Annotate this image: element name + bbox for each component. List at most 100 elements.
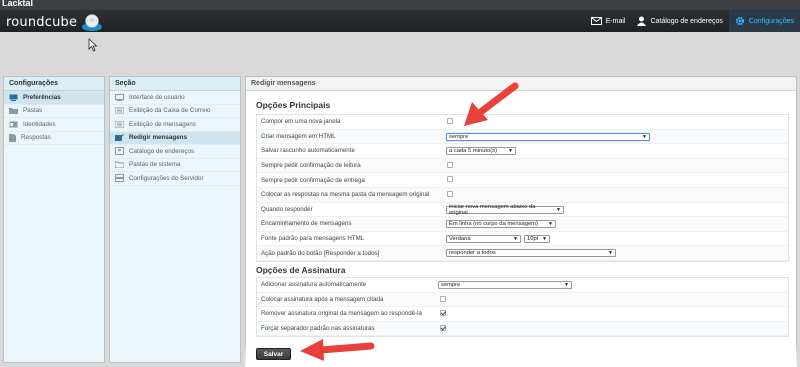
read-receipt-checkbox[interactable] (447, 161, 453, 168)
signature-options-table: Adicionar assinatura automaticamente semp… (256, 277, 789, 338)
server-icon (115, 174, 124, 183)
signature-options-title: Opções de Assinatura (256, 265, 346, 275)
envelope-icon (590, 17, 602, 25)
forward-mode-select[interactable]: Em linha (no corpo da mensagem) ▼ (446, 220, 556, 229)
section-item-system-folders[interactable]: Pastas de sistema (110, 159, 240, 172)
option-label: Adicionar assinatura automaticamente (261, 281, 367, 289)
dropdown-arrow-icon: ▼ (542, 235, 547, 242)
option-row: Encaminhamento de mensagens Em linha (no … (257, 217, 788, 232)
section-item-server-settings[interactable]: Configurações do Servidor (110, 172, 240, 186)
option-row: Colocar assinatura após a mensagem citad… (257, 292, 788, 308)
font-size-select[interactable]: 10pt ▼ (524, 234, 550, 243)
dropdown-arrow-icon: ▼ (564, 282, 569, 288)
reply-same-folder-checkbox[interactable] (447, 190, 453, 197)
nav-settings-label: Configurações (748, 17, 794, 25)
toolbar-area (0, 32, 800, 72)
save-button[interactable]: Salvar (256, 348, 291, 360)
option-label: Salvar rascunho automaticamente (261, 147, 355, 155)
nav-settings[interactable]: Configurações (728, 10, 800, 32)
force-separator-checkbox[interactable] (440, 324, 446, 331)
sidebar-item-label: Respostas (21, 134, 51, 142)
list-icon (115, 120, 124, 128)
section-item-label: Configurações do Servidor (129, 174, 204, 182)
section-item-compose[interactable]: Redigir mensagens (110, 131, 240, 145)
option-row: Remover assinatura original da mensagem … (257, 307, 788, 322)
nav-address-book[interactable]: Catálogo de endereços (631, 10, 728, 32)
monitor-icon (9, 94, 18, 101)
delivery-receipt-checkbox[interactable] (447, 176, 453, 183)
auto-signature-select[interactable]: sempre ▼ (438, 281, 572, 289)
id-card-icon (9, 121, 18, 128)
section-list: Seção Interface de usuário Exibição da C… (109, 76, 241, 363)
autosave-draft-select[interactable]: a cada 5 minuto(s) ▼ (446, 147, 516, 156)
option-label: Fonte padrão para mensagens HTML (261, 235, 365, 243)
reply-mode-select[interactable]: iniciar nova mensagem abaixo da original… (446, 203, 564, 216)
select-value: iniciar nova mensagem abaixo da original (449, 203, 536, 216)
strip-signature-checkbox[interactable] (440, 310, 446, 317)
dropdown-arrow-icon: ▼ (608, 250, 613, 257)
folder-icon (9, 108, 18, 115)
option-label: Sempre pedir confirmação de leitura (261, 162, 361, 170)
select-value: 10pt (527, 235, 539, 242)
nav-email[interactable]: E-mail (585, 10, 632, 32)
settings-sidebar: Configurações Preferências Pastas Identi… (3, 76, 105, 363)
section-item-user-interface[interactable]: Interface de usuário (110, 91, 240, 105)
dropdown-arrow-icon: ▼ (642, 133, 647, 140)
compose-icon (115, 133, 124, 141)
monitor-icon (115, 93, 124, 101)
compose-new-window-checkbox[interactable] (447, 118, 453, 124)
font-family-select[interactable]: Verdana ▼ (446, 234, 521, 243)
option-row: Criar mensagem em HTML sempre ▼ (257, 129, 788, 145)
dropdown-arrow-icon: ▼ (556, 206, 561, 213)
list-icon (115, 107, 124, 115)
compose-settings-panel: Redigir mensagens Opções Principais Comp… (245, 76, 797, 367)
select-value: sempre (441, 282, 461, 288)
select-value: Verdana (449, 235, 471, 242)
cube-logo-icon (81, 14, 103, 31)
option-row: Ação padrão do botão [Responder a todos]… (257, 246, 788, 261)
sidebar-item-responses[interactable]: Respostas (4, 132, 104, 145)
option-label: Quando responder (261, 205, 313, 213)
option-label: Colocar assinatura após a mensagem citad… (261, 295, 384, 303)
option-label: Ação padrão do botão [Responder a todos] (261, 249, 380, 257)
sidebar-item-label: Preferências (23, 93, 61, 101)
sidebar-item-folders[interactable]: Pastas (4, 105, 104, 118)
panel-title: Redigir mensagens (246, 77, 796, 91)
section-item-label: Redigir mensagens (129, 134, 188, 142)
section-item-mailbox-view[interactable]: Exibição da Caixa de Correio (110, 105, 240, 118)
mouse-cursor-icon (88, 38, 98, 52)
logo-text: roundcube (6, 14, 78, 30)
option-row: Quando responder iniciar nova mensagem ab… (257, 203, 788, 218)
roundcube-logo[interactable]: roundcube (6, 12, 103, 32)
option-row: Salvar rascunho automaticamente a cada 5 … (257, 144, 788, 159)
option-row: Colocar as respostas na mesma pasta da m… (257, 187, 788, 203)
main-options-title: Opções Principais (256, 100, 331, 110)
option-row: Fonte padrão para mensagens HTML Verdana ▼… (257, 232, 788, 247)
select-value: a cada 5 minuto(s) (449, 148, 498, 155)
nav-email-label: E-mail (605, 17, 626, 25)
sidebar-item-identities[interactable]: Identidades (4, 118, 104, 132)
option-row: Adicionar assinatura automaticamente semp… (257, 278, 788, 293)
settings-sidebar-title: Configurações (4, 77, 104, 91)
select-value: Em linha (no corpo da mensagem) (449, 221, 538, 228)
top-nav: E-mail Catálogo de endereços Configuraçõ… (585, 10, 800, 32)
option-row: Sempre pedir confirmação de leitura (257, 158, 788, 174)
section-item-message-view[interactable]: Exibição de mensagens (110, 118, 240, 132)
section-item-address-book[interactable]: Catálogo de endereços (110, 145, 240, 159)
top-band: Lacktal (0, 0, 800, 10)
sidebar-item-label: Identidades (23, 120, 56, 128)
annotation-arrow-icon (464, 82, 519, 126)
select-value: sempre (449, 133, 469, 140)
sidebar-item-preferences[interactable]: Preferências (4, 91, 104, 105)
section-item-label: Exibição da Caixa de Correio (129, 107, 211, 115)
reply-all-default-select[interactable]: responder a todos ▼ (446, 249, 616, 258)
option-label: Forçar separador padrão nas assinaturas (261, 325, 375, 333)
compose-html-select[interactable]: sempre ▼ (446, 132, 650, 141)
folders-icon (115, 161, 124, 169)
annotation-arrow-icon (300, 339, 375, 361)
option-label: Sempre pedir confirmação de entrega (261, 176, 365, 184)
sidebar-item-label: Pastas (23, 107, 43, 115)
document-icon (9, 133, 16, 142)
top-band-text: Lacktal (2, 0, 34, 8)
signature-below-quote-checkbox[interactable] (440, 295, 446, 302)
